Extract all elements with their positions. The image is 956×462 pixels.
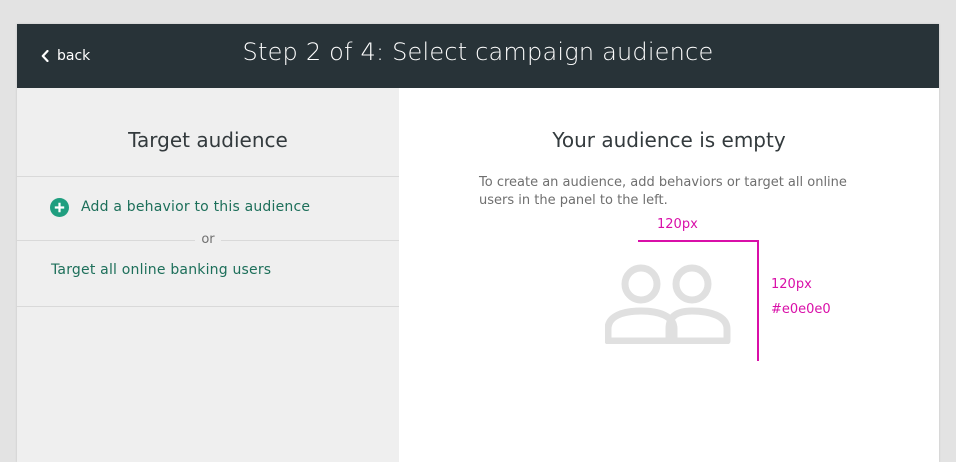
or-separator: or <box>17 231 399 249</box>
add-behavior-button[interactable]: Add a behavior to this audience <box>50 196 310 218</box>
wizard-header: back Step 2 of 4: Select campaign audien… <box>17 24 939 88</box>
width-annotation-line <box>638 240 759 242</box>
people-icon <box>605 264 731 344</box>
target-all-users-link[interactable]: Target all online banking users <box>51 262 271 278</box>
divider <box>17 306 399 307</box>
height-annotation-line <box>757 240 759 361</box>
add-behavior-label: Add a behavior to this audience <box>81 199 311 215</box>
campaign-wizard-window: back Step 2 of 4: Select campaign audien… <box>17 24 939 462</box>
target-audience-panel: Target audience Add a behavior to this a… <box>17 88 399 462</box>
empty-state-description: To create an audience, add behaviors or … <box>479 175 847 208</box>
sidebar-title: Target audience <box>128 128 288 152</box>
or-label: or <box>195 232 221 247</box>
color-annotation: #e0e0e0 <box>771 302 831 317</box>
width-annotation: 120px <box>657 217 698 232</box>
divider <box>17 176 399 177</box>
height-annotation: 120px <box>771 277 812 292</box>
empty-state-title: Your audience is empty <box>552 128 786 152</box>
page-title: Step 2 of 4: Select campaign audience <box>242 38 714 66</box>
audience-preview-panel: Your audience is empty To create an audi… <box>399 88 939 462</box>
plus-circle-icon <box>50 197 69 217</box>
